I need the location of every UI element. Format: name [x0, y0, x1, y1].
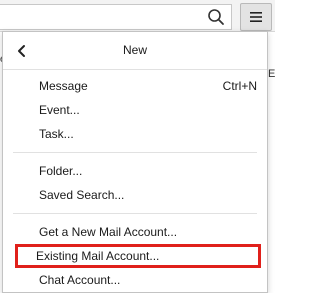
- menu-item-chat-account[interactable]: Chat Account...: [3, 268, 267, 292]
- menu-item-label: Saved Search...: [39, 188, 125, 202]
- new-submenu-panel: New Message Ctrl+N Event... Task... Fold…: [2, 31, 268, 293]
- menu-item-label: Existing Mail Account...: [36, 249, 160, 263]
- menu-item-saved-search[interactable]: Saved Search...: [3, 183, 267, 207]
- panel-header: New: [3, 32, 267, 70]
- menu-separator: [13, 213, 257, 214]
- menu-item-event[interactable]: Event...: [3, 98, 267, 122]
- menu-item-label: Get a New Mail Account...: [39, 225, 178, 239]
- menu-item-label: Folder...: [39, 164, 83, 178]
- app-window: e E New Message Ctrl+N Event... Task... …: [0, 0, 275, 293]
- menu-item-label: Event...: [39, 103, 80, 117]
- menu-item-task[interactable]: Task...: [3, 122, 267, 146]
- toolbar: [0, 0, 275, 32]
- menu-item-shortcut: Ctrl+N: [222, 79, 257, 93]
- menu-item-existing-mail-account[interactable]: Existing Mail Account...: [15, 244, 261, 268]
- search-input[interactable]: [0, 4, 232, 30]
- menu-item-label: Chat Account...: [39, 273, 121, 287]
- background-right-text: E: [268, 68, 276, 80]
- menu-item-label: Task...: [39, 127, 74, 141]
- menu-item-folder[interactable]: Folder...: [3, 159, 267, 183]
- menu-separator: [13, 152, 257, 153]
- panel-title: New: [122, 43, 147, 57]
- search-icon[interactable]: [204, 6, 228, 28]
- menu-item-get-new-mail-account[interactable]: Get a New Mail Account...: [3, 220, 267, 244]
- menu-item-label: Message: [39, 79, 88, 93]
- menu-item-message[interactable]: Message Ctrl+N: [3, 74, 267, 98]
- hamburger-menu-icon[interactable]: [240, 3, 272, 31]
